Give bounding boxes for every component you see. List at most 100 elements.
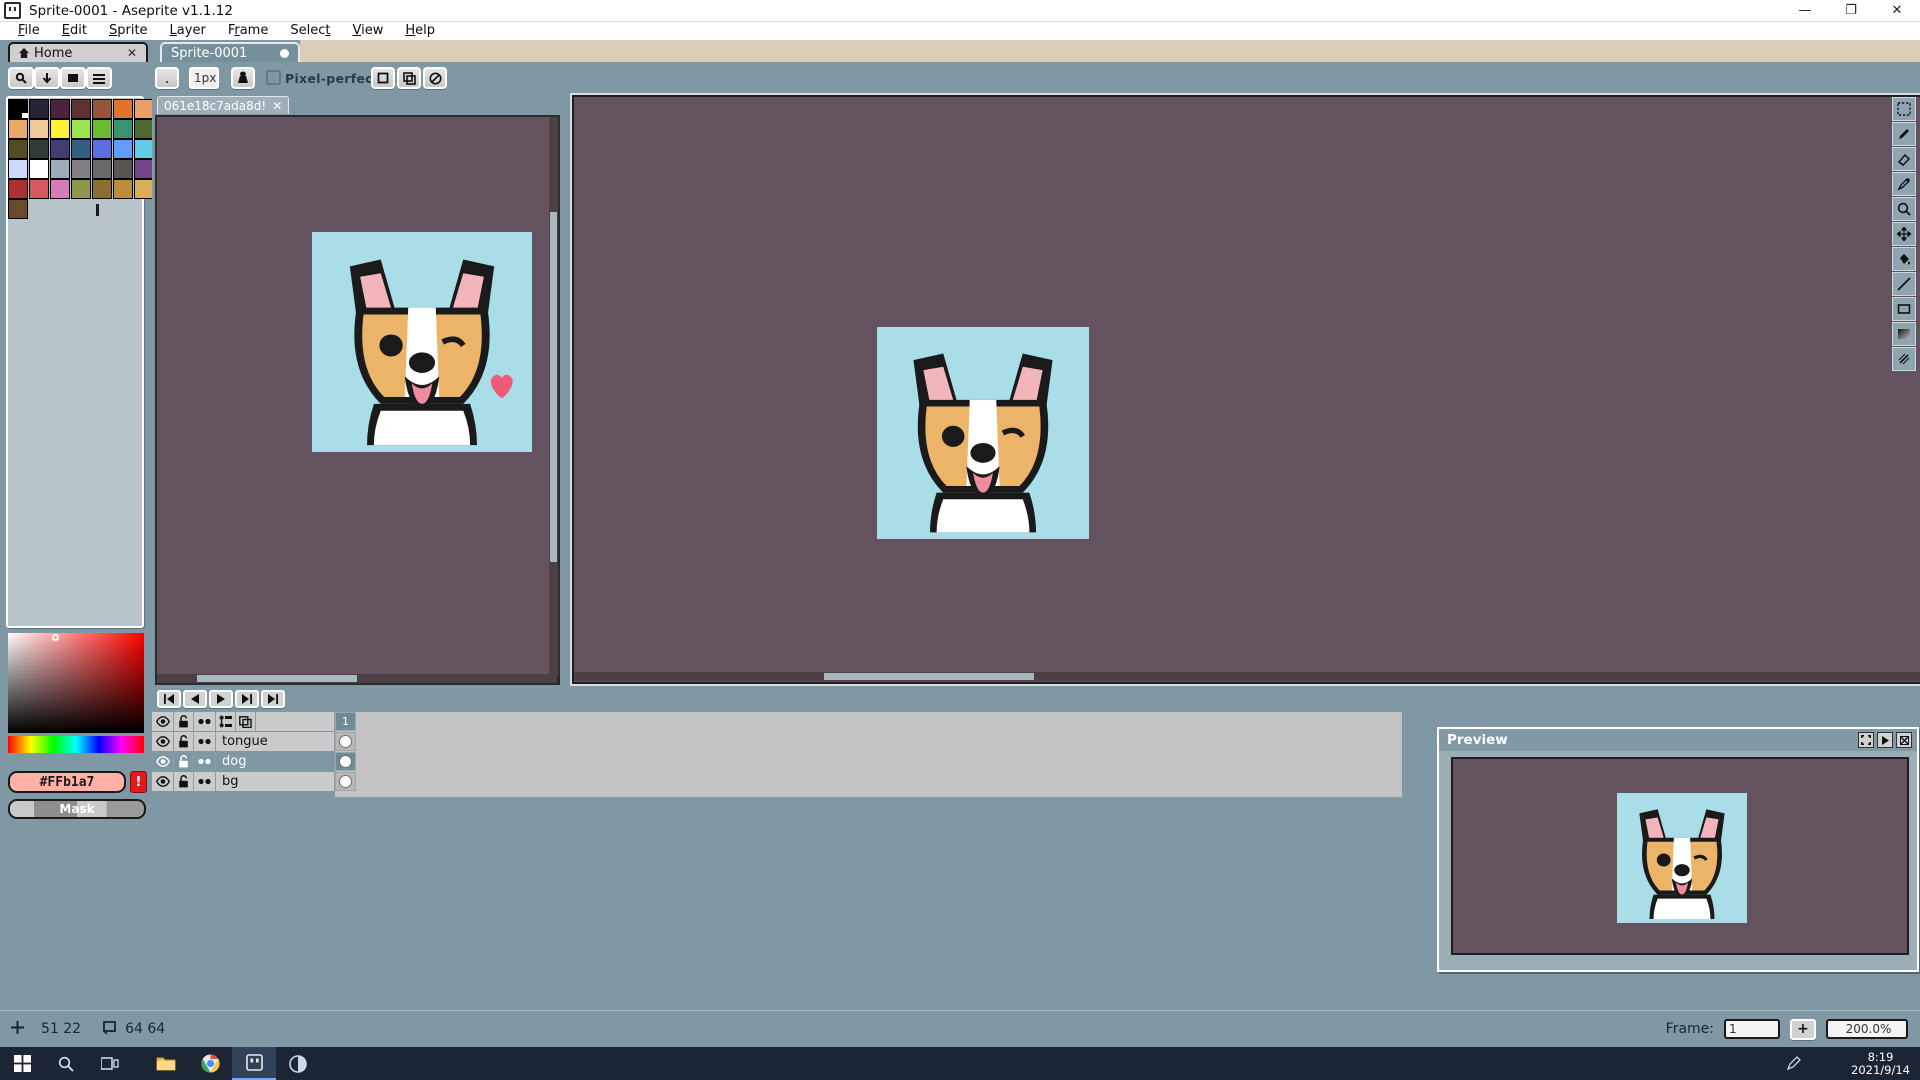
goto-previous-frame[interactable] (183, 690, 207, 708)
goto-first-frame[interactable] (157, 690, 181, 708)
main-canvas[interactable] (570, 93, 1920, 686)
layer-cel[interactable] (335, 752, 356, 771)
palette-swatch[interactable] (50, 99, 70, 119)
palette-swatch[interactable] (92, 119, 112, 139)
palette-swatch[interactable] (134, 99, 154, 119)
secondary-canvas-vscroll-thumb[interactable] (550, 212, 557, 562)
goto-next-frame[interactable] (235, 690, 259, 708)
goto-last-frame[interactable] (261, 690, 285, 708)
frame-header-1[interactable]: 1 (335, 712, 356, 731)
palette-swatch[interactable] (134, 159, 154, 179)
hue-slider[interactable] (8, 736, 144, 753)
preview-close-button[interactable] (1896, 732, 1912, 748)
palette-swatch[interactable] (50, 159, 70, 179)
ink-type-button[interactable] (34, 67, 60, 89)
frame-input[interactable]: 1 (1724, 1019, 1780, 1039)
preview-fit-button[interactable] (1858, 732, 1874, 748)
palette-swatch[interactable] (92, 179, 112, 199)
menu-frame[interactable]: Frame (217, 22, 280, 40)
mask-color-button[interactable]: Mask (8, 799, 146, 819)
layers-timeline[interactable]: 1 tongue dog bg (152, 712, 1402, 797)
palette-swatch[interactable] (92, 159, 112, 179)
menu-file[interactable]: File (7, 22, 51, 40)
chrome-icon[interactable] (188, 1047, 232, 1080)
palette-swatch[interactable] (92, 99, 112, 119)
palette-swatch[interactable] (71, 159, 91, 179)
windows-start-icon[interactable] (0, 1047, 44, 1080)
marquee-tool[interactable] (1892, 97, 1916, 121)
brush-shape-button[interactable]: . (155, 67, 179, 89)
menu-layer[interactable]: Layer (159, 22, 217, 40)
palette-swatch[interactable] (113, 179, 133, 199)
rectangle-tool[interactable] (1892, 297, 1916, 321)
paint-bucket-tool[interactable] (1892, 247, 1916, 271)
palette-swatch[interactable] (113, 159, 133, 179)
layer-lock-toggle[interactable] (174, 732, 194, 751)
gradient-tool[interactable] (1892, 322, 1916, 346)
menu-edit[interactable]: Edit (51, 22, 98, 40)
palette-swatch[interactable] (92, 139, 112, 159)
maximize-button[interactable]: ❐ (1828, 0, 1874, 22)
hex-color-field[interactable]: #FFb1a7 (8, 771, 126, 793)
main-canvas-surface[interactable] (574, 97, 1920, 682)
secondary-canvas[interactable] (155, 115, 560, 685)
other-app-icon[interactable] (276, 1047, 320, 1080)
secondary-canvas-vscrollbar[interactable] (549, 117, 558, 677)
layer-continuous-toggle[interactable] (194, 752, 216, 771)
lock-icon[interactable] (174, 712, 194, 731)
secondary-canvas-hscrollbar[interactable] (157, 674, 557, 683)
preview-titlebar[interactable]: Preview (1439, 729, 1917, 751)
layer-visibility-toggle[interactable] (152, 752, 174, 771)
tab-sprite-0001[interactable]: Sprite-0001 (160, 42, 300, 62)
color-picker[interactable] (8, 633, 144, 753)
palette-swatch[interactable] (113, 139, 133, 159)
preview-window[interactable]: Preview (1437, 727, 1919, 972)
menu-select[interactable]: Select (279, 22, 341, 40)
selection-mode-subtract-button[interactable] (423, 67, 447, 89)
eye-icon[interactable] (152, 712, 174, 731)
saturation-value-area[interactable] (8, 633, 144, 733)
zoom-tool[interactable] (1892, 197, 1916, 221)
brush-tool-button[interactable] (8, 67, 34, 89)
eraser-tool[interactable] (1892, 147, 1916, 171)
continuous-dots-icon[interactable] (194, 712, 216, 731)
layer-lock-toggle[interactable] (174, 752, 194, 771)
palette-swatch[interactable] (113, 119, 133, 139)
palette-swatch[interactable] (134, 139, 154, 159)
palette-swatch[interactable] (113, 99, 133, 119)
palette-swatch[interactable] (50, 139, 70, 159)
selection-mode-add-button[interactable] (397, 67, 421, 89)
layer-row[interactable]: dog (152, 752, 356, 771)
preview-canvas[interactable] (1451, 757, 1909, 955)
layer-name-label[interactable]: bg (216, 772, 335, 791)
add-frame-button[interactable]: + (1790, 1018, 1816, 1040)
palette-swatch[interactable] (134, 119, 154, 139)
palette-swatch[interactable] (8, 119, 28, 139)
tab-home[interactable]: Home ✕ (8, 42, 148, 62)
layer-continuous-toggle[interactable] (194, 772, 216, 791)
pencil-tool[interactable] (1892, 122, 1916, 146)
symmetry-button[interactable] (231, 67, 255, 89)
layer-cel[interactable] (335, 772, 356, 791)
brush-size-input[interactable]: 1px (189, 67, 219, 89)
palette-swatch[interactable] (8, 179, 28, 199)
color-warning-icon[interactable]: ! (130, 771, 147, 793)
palette-swatch[interactable] (134, 179, 154, 199)
layer-name-label[interactable]: dog (216, 752, 335, 771)
tool-options-button[interactable] (86, 67, 112, 89)
eyedropper-tool[interactable] (1892, 172, 1916, 196)
secondary-editor-tab-close-icon[interactable]: ✕ (272, 99, 282, 113)
palette-swatch[interactable] (8, 139, 28, 159)
secondary-editor-tab[interactable]: 061e18c7ada8d! ✕ (157, 96, 290, 114)
minimize-button[interactable]: — (1782, 0, 1828, 22)
palette-swatch[interactable] (29, 159, 49, 179)
palette-swatch[interactable] (50, 179, 70, 199)
play-animation[interactable] (209, 690, 233, 708)
palette-swatch[interactable] (50, 119, 70, 139)
pixel-perfect-checkbox[interactable] (266, 70, 281, 85)
palette-swatch[interactable] (71, 99, 91, 119)
line-tool[interactable] (1892, 272, 1916, 296)
search-icon[interactable] (44, 1047, 88, 1080)
layer-visibility-toggle[interactable] (152, 772, 174, 791)
layer-lock-toggle[interactable] (174, 772, 194, 791)
